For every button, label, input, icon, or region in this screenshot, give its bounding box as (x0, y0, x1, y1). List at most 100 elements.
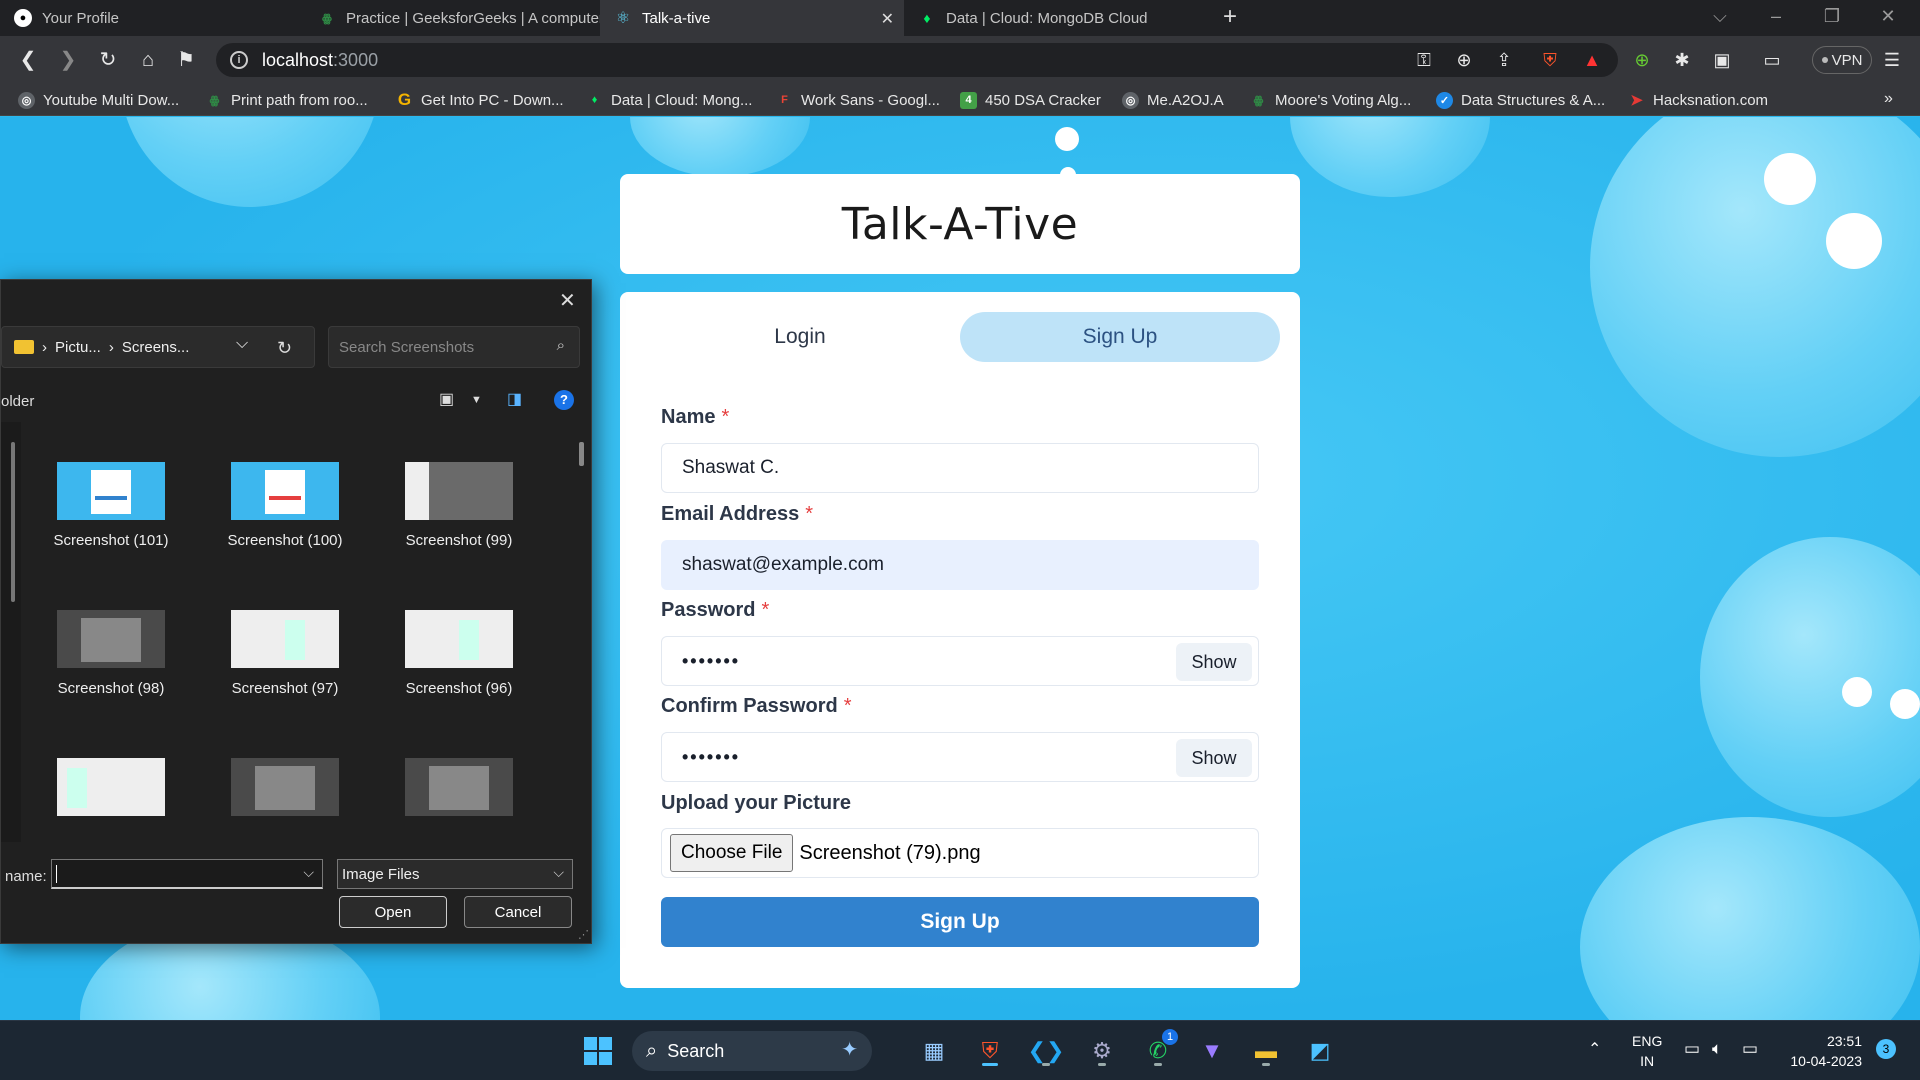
bookmark-item[interactable]: F Work Sans - Googl... (776, 90, 940, 110)
close-window-icon[interactable]: ✕ (1876, 6, 1900, 27)
forward-icon[interactable]: ❯ (54, 46, 82, 74)
restore-icon[interactable]: ❐ (1820, 6, 1844, 27)
settings-icon[interactable]: ⚙ (1084, 1033, 1120, 1069)
more-bookmarks-icon[interactable]: » (1884, 90, 1893, 108)
picture-file-input[interactable]: Choose File Screenshot (79).png (661, 828, 1259, 878)
breadcrumb[interactable]: › Pictu... › Screens... ⌵ (1, 326, 315, 368)
chevron-down-icon[interactable]: ⌵ (553, 864, 564, 881)
cancel-button[interactable]: Cancel (464, 896, 572, 928)
extension-plus-icon[interactable]: ⊕ (1630, 48, 1654, 72)
tab-geeksforgeeks[interactable]: ꙮ Practice | GeeksforGeeks | A computer (304, 0, 600, 36)
file-explorer-icon[interactable]: ▬ (1248, 1033, 1284, 1069)
tab-your-profile[interactable]: ● Your Profile (0, 0, 304, 36)
resize-grip-icon[interactable]: ⋰ (578, 928, 589, 941)
file-name-input[interactable]: ⌵ (51, 859, 323, 889)
battery-icon[interactable]: ▭ (1742, 1039, 1758, 1059)
file-item[interactable]: Screenshot (97) (205, 610, 365, 697)
bookmark-item[interactable]: ◎ Me.A2OJ.A (1122, 90, 1224, 110)
view-options-icon[interactable]: ▣ (439, 389, 454, 409)
key-icon[interactable]: ⚿ (1412, 48, 1436, 72)
file-item[interactable]: Screenshot (101) (31, 462, 191, 549)
help-icon[interactable]: ? (554, 390, 574, 410)
name-field[interactable]: Shaswat C. (661, 443, 1259, 493)
bookmark-item[interactable]: G Get Into PC - Down... (396, 90, 564, 110)
show-password-button[interactable]: Show (1176, 643, 1252, 681)
brave-browser-icon[interactable]: ⛨ (972, 1033, 1008, 1069)
tab-sign-up[interactable]: Sign Up (960, 312, 1280, 362)
open-button[interactable]: Open (339, 896, 447, 928)
bookmark-item[interactable]: ◎ Youtube Multi Dow... (18, 90, 179, 110)
file-item[interactable] (379, 758, 539, 828)
sidebar-icon[interactable]: ▣ (1710, 48, 1734, 72)
choose-file-button[interactable]: Choose File (670, 834, 794, 872)
close-tab-icon[interactable]: ✕ (881, 9, 894, 29)
bookmark-icon[interactable]: ⚑ (172, 46, 200, 74)
photos-app-icon[interactable]: ▦ (916, 1033, 952, 1069)
volume-icon[interactable]: 🔈︎ (1712, 1039, 1722, 1059)
brave-shield-icon[interactable]: ⛨ (1538, 48, 1562, 72)
home-icon[interactable]: ⌂ (134, 46, 162, 74)
back-icon[interactable]: ❮ (14, 46, 42, 74)
vpn-app-icon[interactable]: ▼ (1194, 1033, 1230, 1069)
file-item[interactable]: Screenshot (98) (31, 610, 191, 697)
bookmark-item[interactable]: ꙮ Moore's Voting Alg... (1250, 90, 1412, 110)
refresh-icon[interactable]: ↻ (277, 338, 292, 359)
bookmark-item[interactable]: ➤ Hacksnation.com (1628, 90, 1768, 110)
show-hidden-icons-chevron[interactable]: ⌃ (1588, 1039, 1601, 1059)
breadcrumb-pictures[interactable]: Pictu... (55, 339, 101, 356)
bubble-highlight (1826, 213, 1882, 269)
tab-mongodb[interactable]: ♦ Data | Cloud: MongoDB Cloud (904, 0, 1204, 36)
tab-talk-a-tive[interactable]: ⚛ Talk-a-tive ✕ (600, 0, 904, 36)
chevron-down-icon[interactable]: ▼ (471, 394, 482, 406)
thumbnail-image (405, 758, 513, 816)
file-item[interactable] (31, 758, 191, 828)
minimize-icon[interactable]: – (1764, 6, 1788, 27)
tab-login[interactable]: Login (640, 312, 960, 362)
new-tab-button[interactable]: + (1216, 4, 1244, 32)
close-icon[interactable]: ✕ (559, 288, 576, 313)
chevron-down-icon[interactable]: ⌵ (236, 335, 248, 353)
clock[interactable]: 23:51 10-04-2023 (1782, 1031, 1862, 1071)
file-grid-scrollbar[interactable] (579, 442, 584, 466)
confirm-password-field[interactable]: ••••••• Show (661, 732, 1259, 782)
file-item[interactable]: Screenshot (99) (379, 462, 539, 549)
language-indicator[interactable]: ENG IN (1632, 1031, 1662, 1071)
breadcrumb-screenshots[interactable]: Screens... (122, 339, 190, 356)
reload-icon[interactable]: ↻ (94, 46, 122, 74)
preview-pane-icon[interactable]: ◨ (507, 389, 522, 409)
brave-rewards-icon[interactable]: ▲ (1580, 48, 1604, 72)
share-icon[interactable]: ⇪ (1492, 48, 1516, 72)
network-icon[interactable]: ▭ (1684, 1039, 1700, 1059)
wallet-icon[interactable]: ▭ (1760, 48, 1784, 72)
vscode-icon[interactable]: ❮❯ (1028, 1033, 1064, 1069)
whatsapp-icon[interactable]: ✆ 1 (1140, 1029, 1178, 1069)
notification-count-badge[interactable]: 3 (1876, 1039, 1896, 1059)
file-type-select[interactable]: Image Files ⌵ (337, 859, 573, 889)
password-field[interactable]: ••••••• Show (661, 636, 1259, 686)
new-folder-label[interactable]: older (1, 393, 34, 410)
menu-icon[interactable]: ☰ (1880, 48, 1904, 72)
address-bar[interactable]: i localhost:3000 ⚿ ⊕ ⇪ (216, 43, 1618, 77)
bookmark-item[interactable]: ꙮ Print path from roo... (206, 90, 368, 110)
start-button[interactable] (580, 1033, 616, 1069)
vpn-button[interactable]: VPN (1812, 46, 1872, 74)
paint-icon[interactable]: ◩ (1302, 1033, 1338, 1069)
email-field[interactable]: shaswat@example.com (661, 540, 1259, 590)
taskbar-search[interactable]: ⌕ Search ✦ (632, 1031, 872, 1071)
zoom-icon[interactable]: ⊕ (1452, 48, 1476, 72)
file-item[interactable]: Screenshot (100) (205, 462, 365, 549)
nav-scrollbar[interactable] (11, 442, 15, 602)
search-input[interactable]: Search Screenshots ⌕ (328, 326, 580, 368)
file-item[interactable] (205, 758, 365, 828)
bookmark-item[interactable]: 4 450 DSA Cracker (960, 90, 1101, 110)
tab-search-chevron-icon[interactable]: ⌵ (1708, 6, 1732, 27)
app-title: Talk-A-Tive (841, 198, 1079, 250)
sign-up-submit-button[interactable]: Sign Up (661, 897, 1259, 947)
chevron-down-icon[interactable]: ⌵ (303, 864, 314, 881)
extensions-icon[interactable]: ✱ (1670, 48, 1694, 72)
file-item[interactable]: Screenshot (96) (379, 610, 539, 697)
show-confirm-password-button[interactable]: Show (1176, 739, 1252, 777)
bookmark-item[interactable]: ✓ Data Structures & A... (1436, 90, 1605, 110)
bookmark-item[interactable]: ♦ Data | Cloud: Mong... (586, 90, 753, 110)
info-icon[interactable]: i (230, 51, 248, 69)
